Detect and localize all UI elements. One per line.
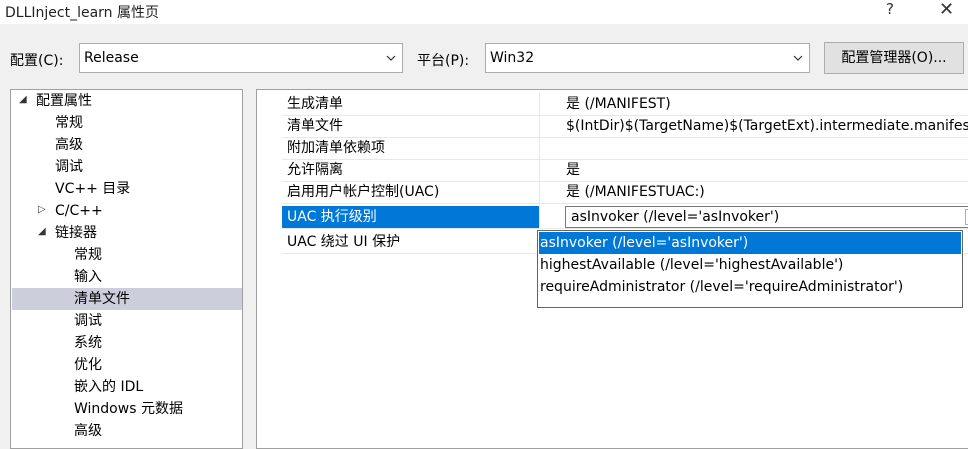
dropdown-option-highest-available[interactable]: highestAvailable (/level='highestAvailab…: [539, 254, 961, 276]
tree-item-linker-input[interactable]: 输入: [74, 266, 102, 288]
window-title: DLLInject_learn 属性页: [5, 5, 159, 21]
expand-icon[interactable]: ▷: [38, 204, 46, 215]
tree-item-linker-system[interactable]: 系统: [74, 332, 102, 354]
uac-level-value: asInvoker (/level='asInvoker'): [571, 209, 780, 225]
title-bar: DLLInject_learn 属性页 ? ✕: [0, 0, 968, 24]
property-row-allow-isolation[interactable]: 允许隔离 是: [282, 159, 968, 181]
grid-left-margin: [257, 90, 282, 448]
tree-item-debugging[interactable]: 调试: [55, 156, 83, 178]
tree-item-vc-directories[interactable]: VC++ 目录: [55, 178, 130, 200]
property-value: $(IntDir)$(TargetName)$(TargetExt).inter…: [566, 118, 968, 134]
platform-label: 平台(P):: [417, 53, 470, 69]
tree-item-embedded-idl[interactable]: 嵌入的 IDL: [74, 376, 143, 398]
row-divider: [282, 203, 968, 204]
uac-level-select[interactable]: asInvoker (/level='asInvoker'): [565, 206, 968, 228]
property-tree: ◢ 配置属性 常规 高级 调试 VC++ 目录 ▷ C/C++ ◢ 链接器 常规…: [10, 89, 243, 449]
tree-item-config-properties[interactable]: 配置属性: [36, 90, 92, 112]
chevron-down-icon: [386, 55, 396, 61]
tree-item-linker-advanced[interactable]: 高级: [74, 420, 102, 442]
chevron-down-icon: [793, 55, 803, 61]
property-name: 启用用户帐户控制(UAC): [287, 184, 440, 200]
config-value: Release: [84, 50, 139, 66]
property-name: 附加清单依赖项: [287, 140, 385, 156]
dropdown-option-require-administrator[interactable]: requireAdministrator (/level='requireAdm…: [539, 276, 961, 298]
platform-select[interactable]: Win32: [485, 43, 810, 73]
tree-item-manifest-file[interactable]: 清单文件: [74, 288, 130, 310]
property-name: UAC 绕过 UI 保护: [287, 234, 401, 250]
config-select[interactable]: Release: [79, 43, 403, 73]
tree-item-linker-debugging[interactable]: 调试: [74, 310, 102, 332]
property-name: 清单文件: [287, 118, 343, 134]
property-name: UAC 执行级别: [287, 209, 377, 225]
tree-item-cpp[interactable]: C/C++: [55, 200, 103, 222]
tree-item-linker-general[interactable]: 常规: [74, 244, 102, 266]
property-row-enable-uac[interactable]: 启用用户帐户控制(UAC) 是 (/MANIFESTUAC:): [282, 181, 968, 203]
column-divider: [539, 93, 540, 253]
collapse-icon[interactable]: ◢: [19, 94, 27, 105]
platform-value: Win32: [490, 50, 535, 66]
help-button[interactable]: ?: [886, 0, 894, 18]
dropdown-option-as-invoker[interactable]: asInvoker (/level='asInvoker'): [539, 232, 961, 254]
property-row-uac-execution-level[interactable]: UAC 执行级别 asInvoker (/level='asInvoker'): [282, 206, 968, 228]
close-button[interactable]: ✕: [939, 0, 954, 20]
row-divider: [282, 228, 968, 229]
config-label: 配置(C):: [10, 53, 64, 69]
tree-item-general[interactable]: 常规: [55, 112, 83, 134]
tree-item-linker[interactable]: 链接器: [55, 222, 97, 244]
property-value: 是 (/MANIFESTUAC:): [566, 184, 705, 200]
property-row-additional-manifest-deps[interactable]: 附加清单依赖项: [282, 137, 968, 159]
property-name: 允许隔离: [287, 162, 343, 178]
property-row-generate-manifest[interactable]: 生成清单 是 (/MANIFEST): [282, 93, 968, 115]
tree-item-advanced[interactable]: 高级: [55, 134, 83, 156]
property-value: 是 (/MANIFEST): [566, 96, 671, 112]
uac-level-dropdown-list: asInvoker (/level='asInvoker') highestAv…: [537, 230, 963, 308]
tree-item-windows-metadata[interactable]: Windows 元数据: [74, 398, 183, 420]
property-name: 生成清单: [287, 96, 343, 112]
tree-item-linker-optimization[interactable]: 优化: [74, 354, 102, 376]
property-row-manifest-file[interactable]: 清单文件 $(IntDir)$(TargetName)$(TargetExt).…: [282, 115, 968, 137]
collapse-icon[interactable]: ◢: [38, 226, 46, 237]
property-value: 是: [566, 162, 580, 178]
config-manager-button[interactable]: 配置管理器(O)...: [824, 42, 964, 74]
